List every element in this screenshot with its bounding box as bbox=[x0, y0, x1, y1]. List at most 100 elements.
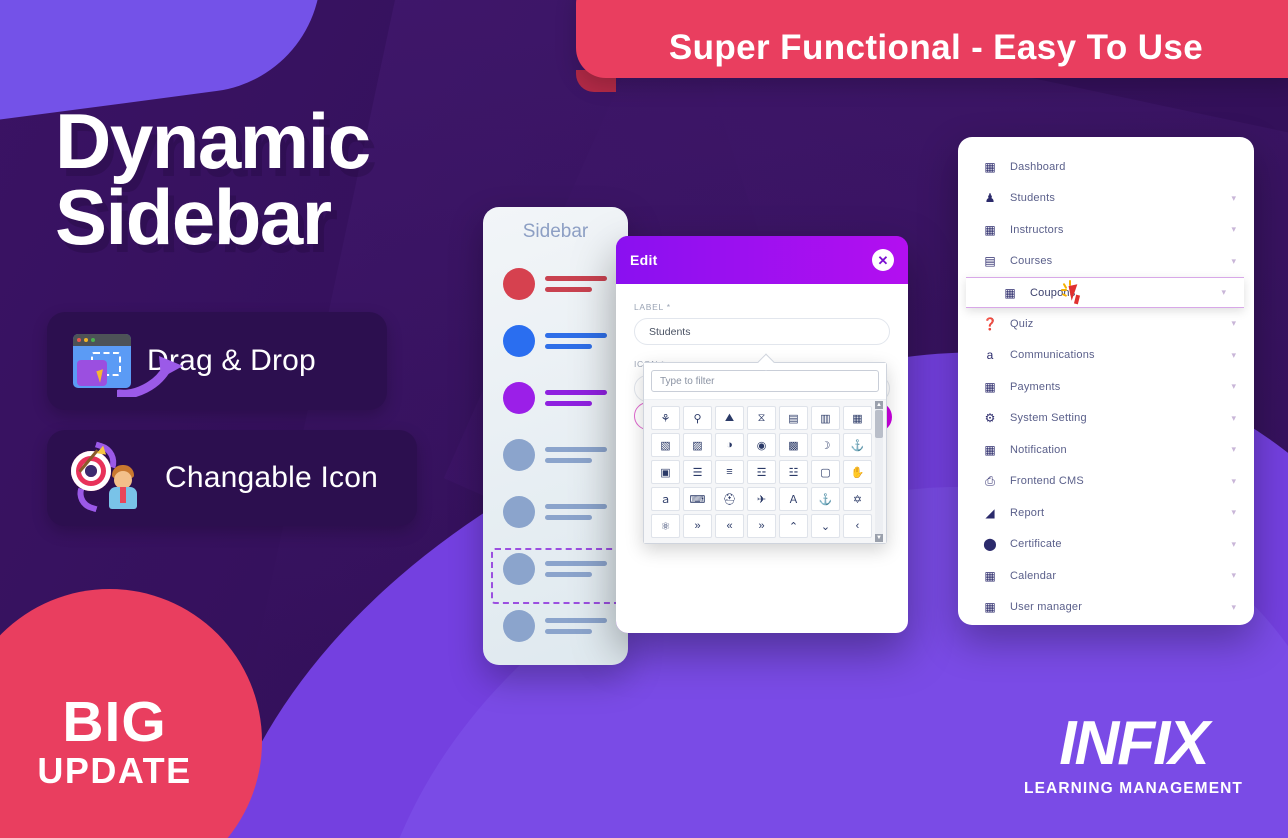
sidebar-item-frontend-cms[interactable]: ⎙ Frontend CMS ▾ bbox=[958, 466, 1254, 498]
icon-option[interactable]: ａ bbox=[651, 487, 680, 511]
sidebar-mock-row[interactable] bbox=[483, 483, 628, 540]
logo-tagline: LEARNING MANAGEMENT bbox=[1024, 780, 1243, 798]
tagline-ribbon: Super Functional - Easy To Use bbox=[576, 0, 1288, 78]
icon-option[interactable]: ⌄ bbox=[811, 514, 840, 538]
icon-option[interactable]: ⛰ bbox=[715, 406, 744, 430]
scroll-down-icon[interactable]: ▼ bbox=[875, 534, 883, 542]
sidebar-item-report[interactable]: ◢ Report ▾ bbox=[958, 497, 1254, 529]
sidebar-mock-dot bbox=[503, 325, 535, 357]
icon-option[interactable]: ☽ bbox=[811, 433, 840, 457]
chevron-down-icon[interactable]: ▾ bbox=[1231, 256, 1236, 267]
chevron-down-icon[interactable]: ▾ bbox=[1231, 350, 1236, 361]
icon-filter-input[interactable]: Type to filter bbox=[651, 370, 879, 392]
sidebar-item-notification[interactable]: ▦ Notification ▾ bbox=[958, 434, 1254, 466]
sidebar-mock-row[interactable] bbox=[483, 312, 628, 369]
icon-option[interactable]: Ａ bbox=[779, 487, 808, 511]
modal-body: LABEL * Students ICON * fas fa-user Type… bbox=[616, 284, 908, 633]
sidebar-item-dashboard[interactable]: ▦ Dashboard bbox=[958, 151, 1254, 183]
question-icon: ❓ bbox=[982, 317, 998, 331]
icon-option[interactable]: ⚓ bbox=[811, 487, 840, 511]
icon-option[interactable]: ☰ bbox=[683, 460, 712, 484]
icon-option[interactable]: ⚲ bbox=[683, 406, 712, 430]
sidebar-mock-row[interactable] bbox=[483, 426, 628, 483]
sidebar-mock-row[interactable] bbox=[483, 597, 628, 654]
icon-option[interactable]: ▦ bbox=[843, 406, 872, 430]
scroll-up-icon[interactable]: ▲ bbox=[875, 401, 883, 409]
sidebar-item-system-setting[interactable]: ⚙ System Setting ▾ bbox=[958, 403, 1254, 435]
sidebar-item-label: Instructors bbox=[1010, 224, 1064, 236]
icon-option[interactable]: ‹ bbox=[843, 514, 872, 538]
sidebar-mock-line bbox=[545, 504, 607, 509]
chevron-down-icon[interactable]: ▾ bbox=[1231, 539, 1236, 550]
sidebar-mock-row[interactable] bbox=[483, 369, 628, 426]
icon-option[interactable]: » bbox=[683, 514, 712, 538]
window-titlebar-shape bbox=[73, 334, 131, 346]
icon-option[interactable]: ⌃ bbox=[779, 514, 808, 538]
icon-option[interactable]: « bbox=[715, 514, 744, 538]
chat-icon: ὞a bbox=[982, 348, 998, 362]
icon-option[interactable]: ✋ bbox=[843, 460, 872, 484]
headline-line-1: Dynamic bbox=[55, 97, 370, 185]
sidebar-item-certificate[interactable]: ⬤ Certificate ▾ bbox=[958, 529, 1254, 561]
chevron-down-icon[interactable]: ▾ bbox=[1231, 570, 1236, 581]
close-icon[interactable]: ✕ bbox=[872, 249, 894, 271]
headline-line-2: Sidebar bbox=[55, 179, 370, 255]
icon-option[interactable]: ▣ bbox=[651, 460, 680, 484]
icon-option[interactable]: ⚛ bbox=[651, 514, 680, 538]
icon-option[interactable]: ⛑ bbox=[715, 487, 744, 511]
icon-option[interactable]: ▩ bbox=[779, 433, 808, 457]
sidebar-item-communications[interactable]: ὞a Communications ▾ bbox=[958, 340, 1254, 372]
sidebar-item-quiz[interactable]: ❓ Quiz ▾ bbox=[958, 308, 1254, 340]
sidebar-item-user-manager[interactable]: ▦ User manager ▾ bbox=[958, 592, 1254, 624]
icon-option[interactable]: ☲ bbox=[747, 460, 776, 484]
sidebar-mock-dot bbox=[503, 382, 535, 414]
icon-option[interactable]: ▤ bbox=[779, 406, 808, 430]
chevron-down-icon[interactable]: ▾ bbox=[1231, 318, 1236, 329]
chevron-down-icon[interactable]: ▾ bbox=[1231, 224, 1236, 235]
icon-option[interactable]: ◉ bbox=[747, 433, 776, 457]
icon-grid: ⚘ ⚲ ⛰ ⧖ ▤ ▥ ▦ ▧ ▨ ◑ ◉ ▩ ☽ ⚓ ▣ ☰ ≡ ☲ ☳ ▢ ✋ ａ ⌨ ⛑ ✈ Ａ ⚓ ✡ ⚛» «» ⌃ ⌄ ‹ bbox=[651, 406, 872, 538]
icon-option[interactable]: ⌨ bbox=[683, 487, 712, 511]
icon-option[interactable]: ▧ bbox=[651, 433, 680, 457]
edit-modal: Edit ✕ LABEL * Students ICON * fas fa-us… bbox=[616, 236, 908, 633]
sidebar-item-instructors[interactable]: ▦ Instructors ▾ bbox=[958, 214, 1254, 246]
sidebar-item-courses[interactable]: ▤ Courses ▾ bbox=[958, 246, 1254, 278]
chevron-down-icon[interactable]: ▾ bbox=[1231, 602, 1236, 613]
sidebar-item-coupons[interactable]: ▦ Coupons ▾ bbox=[966, 277, 1244, 308]
nav-items-list: ▦ Dashboard ♟ Students ▾ ▦ Instructors ▾ ▤ Course… bbox=[958, 151, 1254, 623]
chevron-down-icon[interactable]: ▾ bbox=[1231, 193, 1236, 204]
sidebar-mock-lines bbox=[545, 333, 607, 349]
sidebar-item-calendar[interactable]: ▦ Calendar ▾ bbox=[958, 560, 1254, 592]
icon-option[interactable]: ⚓ bbox=[843, 433, 872, 457]
sidebar-item-payments[interactable]: ▦ Payments ▾ bbox=[958, 371, 1254, 403]
sidebar-mock-dot bbox=[503, 496, 535, 528]
chevron-down-icon[interactable]: ▾ bbox=[1231, 476, 1236, 487]
icon-option[interactable]: » bbox=[747, 514, 776, 538]
chevron-down-icon[interactable]: ▾ bbox=[1231, 444, 1236, 455]
chevron-down-icon[interactable]: ▾ bbox=[1231, 381, 1236, 392]
icon-option[interactable]: ▨ bbox=[683, 433, 712, 457]
chevron-down-icon[interactable]: ▾ bbox=[1221, 287, 1226, 298]
chevron-down-icon[interactable]: ▾ bbox=[1231, 507, 1236, 518]
sidebar-mock-line bbox=[545, 401, 592, 406]
picker-scrollbar-thumb[interactable] bbox=[875, 410, 883, 438]
sidebar-item-students[interactable]: ♟ Students ▾ bbox=[958, 183, 1254, 215]
sidebar-mock-row[interactable] bbox=[483, 255, 628, 312]
chevron-down-icon[interactable]: ▾ bbox=[1231, 413, 1236, 424]
icon-option[interactable]: ⚘ bbox=[651, 406, 680, 430]
label-input[interactable]: Students bbox=[634, 318, 890, 345]
sidebar-mock-title: Sidebar bbox=[483, 221, 628, 243]
icon-option[interactable]: ⧖ bbox=[747, 406, 776, 430]
icon-option[interactable]: ◑ bbox=[715, 433, 744, 457]
icon-option[interactable]: ✈ bbox=[747, 487, 776, 511]
icon-option[interactable]: ☳ bbox=[779, 460, 808, 484]
grid-icon: ▦ bbox=[1002, 286, 1018, 300]
icon-option[interactable]: ▥ bbox=[811, 406, 840, 430]
sidebar-mock-line bbox=[545, 515, 592, 520]
sidebar-item-label: Courses bbox=[1010, 255, 1052, 267]
icon-option[interactable]: ✡ bbox=[843, 487, 872, 511]
sidebar-item-label: Dashboard bbox=[1010, 161, 1066, 173]
sidebar-mock-lines bbox=[545, 390, 607, 406]
icon-option[interactable]: ▢ bbox=[811, 460, 840, 484]
icon-option[interactable]: ≡ bbox=[715, 460, 744, 484]
